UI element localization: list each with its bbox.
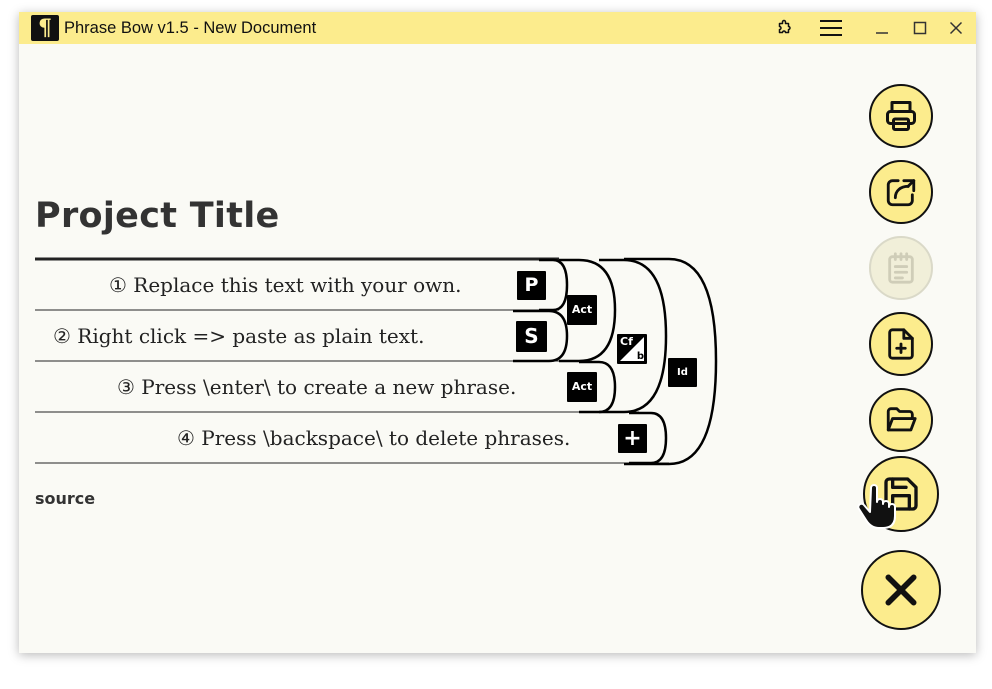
- phrase-4-badge[interactable]: +: [618, 424, 647, 453]
- app-window: ¶ Phrase Bow v1.5 - New Document Project…: [19, 12, 976, 653]
- print-button[interactable]: [869, 84, 933, 148]
- notes-button: [869, 236, 933, 300]
- phrase-4-text[interactable]: ④ Press \backspace\ to delete phrases.: [177, 425, 570, 451]
- new-file-button[interactable]: [869, 312, 933, 376]
- document-area: Project Title ① Replace this text with y…: [19, 44, 976, 653]
- new-file-icon: [888, 328, 914, 360]
- maximize-button[interactable]: [905, 12, 935, 44]
- phrase-3-text[interactable]: ③ Press \enter\ to create a new phrase.: [117, 374, 516, 400]
- phrase-1-text[interactable]: ① Replace this text with your own.: [109, 272, 462, 298]
- minimize-icon: [876, 32, 888, 34]
- phrase-2-text[interactable]: ② Right click => paste as plain text.: [53, 323, 424, 349]
- hand-cursor-icon: [857, 484, 896, 529]
- close-icon: [949, 21, 963, 35]
- close-document-button[interactable]: [861, 550, 941, 630]
- export-button[interactable]: [869, 160, 933, 224]
- open-folder-button[interactable]: [869, 388, 933, 452]
- phrase-1-badge[interactable]: P: [517, 271, 546, 300]
- menu-button[interactable]: [816, 12, 846, 44]
- source-label[interactable]: source: [35, 489, 95, 508]
- maximize-icon: [913, 21, 927, 35]
- id-badge[interactable]: Id: [668, 358, 697, 387]
- open-folder-icon: [886, 407, 917, 432]
- phrase-3-badge[interactable]: Act: [567, 372, 597, 402]
- menu-icon: [820, 20, 842, 36]
- print-icon: [886, 101, 916, 131]
- phrase-2-badge[interactable]: S: [516, 321, 547, 352]
- cf-badge[interactable]: Cf b: [617, 334, 647, 364]
- app-logo-icon: ¶: [31, 15, 59, 41]
- minimize-button[interactable]: [867, 12, 897, 44]
- close-icon: [885, 574, 917, 606]
- cf-badge-bottom: b: [636, 351, 644, 362]
- cf-badge-top: Cf: [620, 335, 633, 348]
- notepad-icon: [888, 252, 914, 284]
- window-title: Phrase Bow v1.5 - New Document: [64, 19, 317, 37]
- title-bar[interactable]: ¶ Phrase Bow v1.5 - New Document: [19, 12, 976, 44]
- window-close-button[interactable]: [941, 12, 971, 44]
- act-badge-phrases-1-2[interactable]: Act: [567, 295, 597, 325]
- export-icon: [886, 179, 916, 207]
- puzzle-icon: [778, 19, 791, 34]
- extensions-button[interactable]: [769, 12, 799, 44]
